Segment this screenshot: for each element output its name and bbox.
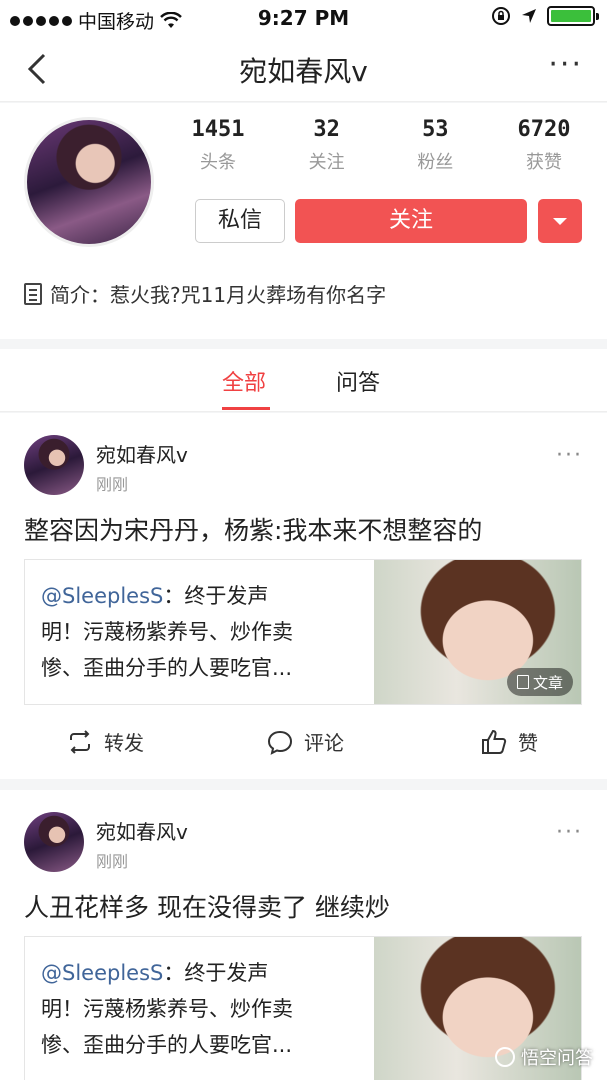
excerpt-line: 惨、歪曲分手的人要吃官... <box>41 656 293 680</box>
stat-label: 头条 <box>200 152 236 173</box>
tab-qa[interactable]: 问答 <box>336 365 380 397</box>
post-actions: 转发 评论 赞 <box>0 727 607 763</box>
page-title: 宛如春风v <box>239 55 368 88</box>
comment-icon <box>267 730 293 755</box>
profile-stats: 1451 头条 32 关注 53 粉丝 6720 获赞 <box>176 117 586 174</box>
thumbs-up-icon <box>482 729 507 754</box>
stat-label: 关注 <box>308 152 345 173</box>
tab-all[interactable]: 全部 <box>222 365 266 397</box>
rotation-lock-icon <box>492 7 510 25</box>
follow-button[interactable]: 关注 <box>295 199 527 243</box>
active-tab-indicator <box>222 407 270 410</box>
repost-button[interactable]: 转发 <box>66 727 144 756</box>
bio-text: 简介：惹火我?咒11月火葬场有你名字 <box>50 283 387 307</box>
excerpt-line: 明！污蔑杨紫养号、炒作卖 <box>41 997 293 1021</box>
stat-label: 粉丝 <box>417 152 454 173</box>
post-text[interactable]: 整容因为宋丹丹，杨紫:我本来不想整容的 <box>24 511 482 547</box>
more-menu-icon[interactable]: ··· <box>548 50 583 80</box>
post-author[interactable]: 宛如春风v <box>96 816 188 845</box>
battery-icon <box>547 6 599 26</box>
repost-label: 转发 <box>104 731 144 755</box>
feed-post: 宛如春风v 刚刚 ··· 人丑花样多 现在没得卖了 继续炒 @SleeplesS… <box>0 790 607 1080</box>
post-time: 刚刚 <box>96 475 129 494</box>
like-label: 赞 <box>518 731 538 755</box>
like-button[interactable]: 赞 <box>480 727 538 756</box>
post-time: 刚刚 <box>96 852 129 871</box>
mention-link: @SleeplesS <box>41 961 164 985</box>
post-text[interactable]: 人丑花样多 现在没得卖了 继续炒 <box>24 888 390 924</box>
article-thumbnail: 文章 <box>374 560 581 704</box>
article-card[interactable]: @SleeplesS：终于发声 明！污蔑杨紫养号、炒作卖 惨、歪曲分手的人要吃官… <box>24 559 582 705</box>
watermark-text: 悟空问答 <box>521 1048 593 1069</box>
stat-following[interactable]: 32 关注 <box>285 117 369 174</box>
stat-number: 53 <box>422 117 449 142</box>
article-icon <box>516 675 529 689</box>
excerpt-line: ：终于发声 <box>163 961 269 985</box>
mention-link: @SleeplesS <box>41 584 164 608</box>
watermark: 悟空问答 <box>495 1044 593 1070</box>
document-icon <box>24 282 42 305</box>
profile-bio: 简介：惹火我?咒11月火葬场有你名字 <box>24 279 386 308</box>
excerpt-line: 明！污蔑杨紫养号、炒作卖 <box>41 620 293 644</box>
excerpt-line: ：终于发声 <box>163 584 269 608</box>
comment-label: 评论 <box>304 731 344 755</box>
profile-avatar[interactable] <box>24 117 154 247</box>
message-button[interactable]: 私信 <box>195 199 285 243</box>
badge-label: 文章 <box>532 673 563 692</box>
stat-number: 6720 <box>517 117 571 142</box>
avatar[interactable] <box>24 435 84 495</box>
nav-bar: 宛如春风v ··· <box>0 36 607 102</box>
article-badge: 文章 <box>506 668 573 696</box>
avatar[interactable] <box>24 812 84 872</box>
article-excerpt: @SleeplesS：终于发声 明！污蔑杨紫养号、炒作卖 惨、歪曲分手的人要吃官… <box>41 955 371 1063</box>
repost-icon <box>70 729 90 754</box>
post-more-icon[interactable]: ··· <box>556 443 583 468</box>
follow-dropdown-button[interactable] <box>538 199 582 243</box>
profile-header: 1451 头条 32 关注 53 粉丝 6720 获赞 私信 关注 简介：惹火我… <box>0 103 607 339</box>
location-arrow-icon <box>522 9 536 23</box>
stat-headlines[interactable]: 1451 头条 <box>176 117 260 174</box>
status-right <box>491 6 599 26</box>
stat-number: 1451 <box>191 117 245 142</box>
stat-likes[interactable]: 6720 获赞 <box>502 117 586 174</box>
status-bar: 中国移动 9:27 PM <box>0 0 607 36</box>
stat-number: 32 <box>313 117 340 142</box>
excerpt-line: 惨、歪曲分手的人要吃官... <box>41 1033 293 1057</box>
post-more-icon[interactable]: ··· <box>556 820 583 845</box>
comment-button[interactable]: 评论 <box>266 727 344 756</box>
post-author[interactable]: 宛如春风v <box>96 439 188 468</box>
article-excerpt: @SleeplesS：终于发声 明！污蔑杨紫养号、炒作卖 惨、歪曲分手的人要吃官… <box>41 578 371 686</box>
stat-label: 获赞 <box>525 152 562 173</box>
watermark-logo-icon <box>495 1047 515 1067</box>
content-tabs: 全部 问答 <box>0 349 607 412</box>
feed-post: 宛如春风v 刚刚 ··· 整容因为宋丹丹，杨紫:我本来不想整容的 @Sleepl… <box>0 413 607 779</box>
stat-fans[interactable]: 53 粉丝 <box>393 117 477 174</box>
